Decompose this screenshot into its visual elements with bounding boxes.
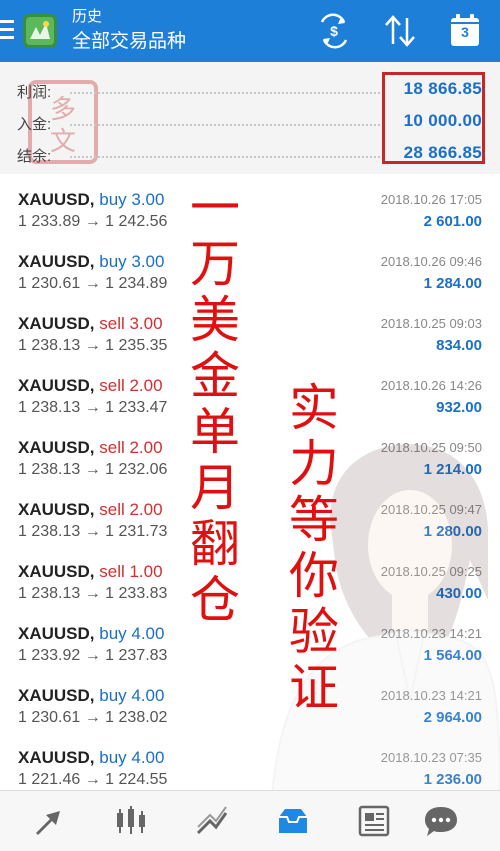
trade-row[interactable]: XAUUSD, sell 2.00 1 238.13 → 1 232.06 20… [0, 425, 500, 488]
calendar-day: 3 [461, 24, 469, 40]
balance-label: 结余: [17, 148, 52, 165]
trade-side: sell 2.00 [99, 438, 163, 457]
trade-row[interactable]: XAUUSD, buy 3.00 1 233.89 → 1 242.56 201… [0, 177, 500, 240]
trade-profit: 1 564.00 [423, 647, 482, 664]
dotted-leader [70, 92, 380, 94]
trade-date: 2018.10.25 09:47 [380, 502, 482, 517]
trade-row[interactable]: XAUUSD, sell 2.00 1 238.13 → 1 231.73 20… [0, 487, 500, 550]
trade-prices: 1 238.13 → 1 231.73 [18, 523, 168, 540]
trade-symbol: XAUUSD, buy 3.00 [18, 252, 165, 271]
summary-panel: 多 文 利润: 18 866.85 入金: 10 000.00 结余: 28 8… [0, 62, 500, 174]
trade-profit: 2 601.00 [423, 213, 482, 230]
sort-icon[interactable] [380, 12, 420, 50]
highlight-frame [382, 72, 485, 164]
deposit-label: 入金: [17, 116, 52, 133]
trade-date: 2018.10.23 14:21 [380, 626, 482, 641]
trade-profit: 834.00 [436, 337, 482, 354]
trade-profit: 1 284.00 [423, 275, 482, 292]
menu-icon[interactable] [0, 20, 14, 42]
trade-profit: 2 964.00 [423, 709, 482, 726]
trade-prices: 1 238.13 → 1 235.35 [18, 337, 168, 354]
trade-prices: 1 233.92 → 1 237.83 [18, 647, 168, 664]
trade-symbol: XAUUSD, sell 2.00 [18, 500, 163, 519]
trade-date: 2018.10.26 17:05 [380, 192, 482, 207]
trade-symbol: XAUUSD, buy 4.00 [18, 748, 165, 767]
trade-symbol: XAUUSD, sell 1.00 [18, 562, 163, 581]
chart-icon[interactable] [111, 803, 151, 839]
trade-side: sell 2.00 [99, 500, 163, 519]
trade-row[interactable]: XAUUSD, sell 2.00 1 238.13 → 1 233.47 20… [0, 363, 500, 426]
trade-side: sell 2.00 [99, 376, 163, 395]
trade-side: buy 4.00 [99, 624, 165, 643]
news-icon[interactable] [354, 803, 394, 839]
trade-side: sell 1.00 [99, 562, 163, 581]
trade-row[interactable]: XAUUSD, buy 3.00 1 230.61 → 1 234.89 201… [0, 239, 500, 302]
page-title: 历史 [72, 8, 103, 25]
trade-row[interactable]: XAUUSD, sell 3.00 1 238.13 → 1 235.35 20… [0, 301, 500, 364]
quotes-icon[interactable] [30, 803, 70, 839]
dotted-leader [70, 124, 380, 126]
trade-date: 2018.10.26 14:26 [380, 378, 482, 393]
trade-history-list[interactable]: XAUUSD, buy 3.00 1 233.89 → 1 242.56 201… [0, 177, 500, 789]
trade-side: buy 4.00 [99, 686, 165, 705]
trade-profit: 932.00 [436, 399, 482, 416]
trade-prices: 1 238.13 → 1 233.83 [18, 585, 168, 602]
trade-symbol: XAUUSD, buy 3.00 [18, 190, 165, 209]
trade-symbol: XAUUSD, buy 4.00 [18, 686, 165, 705]
trade-side: buy 4.00 [99, 748, 165, 767]
history-icon[interactable] [273, 803, 313, 839]
currency-swap-icon[interactable]: $ [314, 12, 354, 50]
trade-date: 2018.10.25 09:03 [380, 316, 482, 331]
symbol-filter[interactable]: 全部交易品种 [72, 30, 186, 54]
trade-symbol: XAUUSD, sell 3.00 [18, 314, 163, 333]
trade-profit: 1 280.00 [423, 523, 482, 540]
svg-text:$: $ [330, 23, 338, 39]
trade-date: 2018.10.23 07:35 [380, 750, 482, 765]
trade-profit: 1 236.00 [423, 771, 482, 788]
trade-date: 2018.10.25 09:25 [380, 564, 482, 579]
app-header: 历史 全部交易品种 $ 3 [0, 0, 500, 62]
trade-prices: 1 238.13 → 1 233.47 [18, 399, 168, 416]
trade-profit: 430.00 [436, 585, 482, 602]
trade-row[interactable]: XAUUSD, buy 4.00 1 233.92 → 1 237.83 201… [0, 611, 500, 674]
app-logo-icon[interactable] [22, 13, 58, 49]
trade-row[interactable]: XAUUSD, sell 1.00 1 238.13 → 1 233.83 20… [0, 549, 500, 612]
trade-profit: 1 214.00 [423, 461, 482, 478]
trade-prices: 1 230.61 → 1 234.89 [18, 275, 168, 292]
trade-date: 2018.10.25 09:50 [380, 440, 482, 455]
trade-prices: 1 238.13 → 1 232.06 [18, 461, 168, 478]
bottom-navigation [0, 790, 500, 851]
profit-label: 利润: [17, 84, 52, 101]
trade-row[interactable]: XAUUSD, buy 4.00 1 230.61 → 1 238.02 201… [0, 673, 500, 736]
trade-symbol: XAUUSD, sell 2.00 [18, 438, 163, 457]
dotted-leader [70, 156, 380, 158]
trade-symbol: XAUUSD, sell 2.00 [18, 376, 163, 395]
trade-side: buy 3.00 [99, 252, 165, 271]
trade-prices: 1 221.46 → 1 224.55 [18, 771, 168, 788]
trade-date: 2018.10.23 14:21 [380, 688, 482, 703]
trade-icon[interactable] [192, 803, 232, 839]
trade-side: sell 3.00 [99, 314, 163, 333]
trade-row[interactable]: XAUUSD, buy 4.00 1 221.46 → 1 224.55 201… [0, 735, 500, 789]
trade-date: 2018.10.26 09:46 [380, 254, 482, 269]
trade-prices: 1 230.61 → 1 238.02 [18, 709, 168, 726]
trade-symbol: XAUUSD, buy 4.00 [18, 624, 165, 643]
messages-icon[interactable] [421, 803, 461, 839]
trade-side: buy 3.00 [99, 190, 165, 209]
trade-prices: 1 233.89 → 1 242.56 [18, 213, 168, 230]
